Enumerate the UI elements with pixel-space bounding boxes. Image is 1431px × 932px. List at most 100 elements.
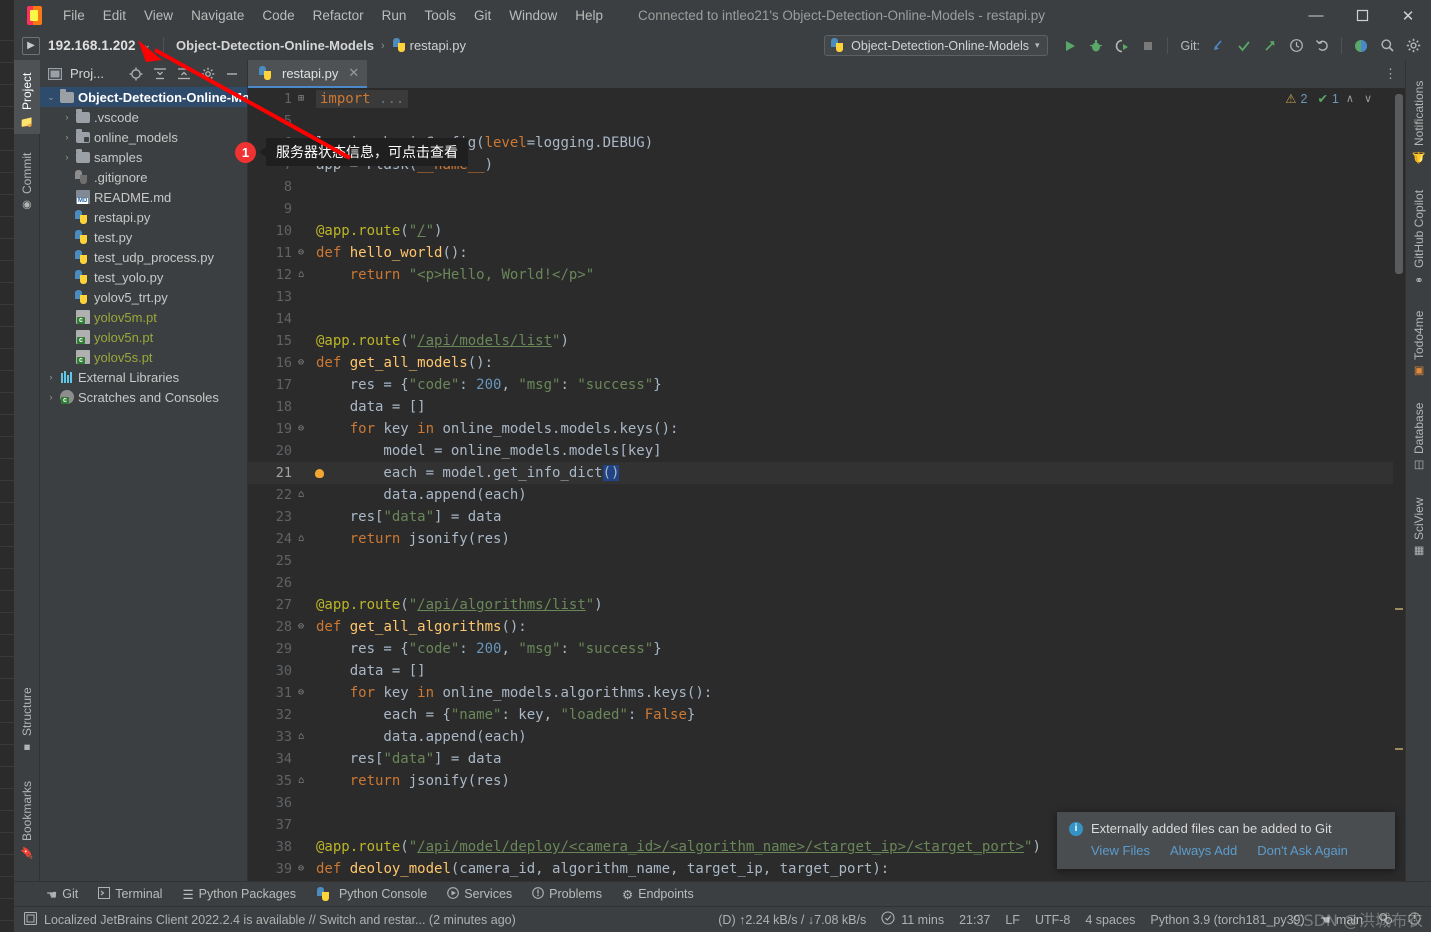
tree-item[interactable]: ⌄ Object-Detection-Online-Mo bbox=[40, 87, 250, 107]
code-line[interactable]: 25 bbox=[248, 550, 1405, 572]
bottom-tab-python-packages[interactable]: ☰ Python Packages bbox=[172, 882, 306, 907]
tree-expander-icon[interactable]: › bbox=[60, 112, 74, 122]
bottom-tab-problems[interactable]: Problems bbox=[522, 882, 612, 907]
tree-item[interactable]: test_yolo.py bbox=[40, 267, 247, 287]
code-fold-icon[interactable]: ⊖ bbox=[292, 616, 310, 638]
previous-highlight-icon[interactable]: ∧ bbox=[1343, 92, 1357, 105]
search-everywhere-icon[interactable] bbox=[1375, 34, 1399, 58]
code-fold-icon[interactable]: ⊖ bbox=[292, 858, 310, 880]
line-separator-label[interactable]: LF bbox=[1005, 913, 1020, 927]
tree-expander-icon[interactable]: › bbox=[60, 132, 74, 142]
code-line[interactable]: 32 each = {"name": key, "loaded": False} bbox=[248, 704, 1405, 726]
code-fold-icon[interactable]: ⌂ bbox=[292, 770, 310, 792]
code-fold-icon[interactable]: ⌂ bbox=[292, 264, 310, 286]
code-line[interactable]: 33 ⌂ data.append(each) bbox=[248, 726, 1405, 748]
sidebar-item-structure[interactable]: ■ Structure bbox=[14, 675, 40, 759]
code-fold-icon[interactable]: ⊖ bbox=[292, 242, 310, 264]
bottom-tab-git[interactable]: ☚ Git bbox=[36, 882, 88, 907]
code-line[interactable]: 36 bbox=[248, 792, 1405, 814]
code-line[interactable]: 28 ⊖ def get_all_algorithms(): bbox=[248, 616, 1405, 638]
code-line[interactable]: 26 bbox=[248, 572, 1405, 594]
menu-item-edit[interactable]: Edit bbox=[94, 4, 135, 27]
tree-item[interactable]: test.py bbox=[40, 227, 247, 247]
menu-item-run[interactable]: Run bbox=[373, 4, 416, 27]
menu-bar[interactable]: File Edit View Navigate Code Refactor Ru… bbox=[54, 4, 612, 27]
code-line[interactable]: 31 ⊖ for key in online_models.algorithms.… bbox=[248, 682, 1405, 704]
editor-tab-options-icon[interactable]: ⋮ bbox=[1384, 60, 1405, 88]
code-editor[interactable]: ⚠ 2 ✔ 1 ∧ ∨ 1⊞import ...56logging.basicC… bbox=[248, 88, 1405, 881]
breadcrumb-project[interactable]: Object-Detection-Online-Models bbox=[176, 38, 374, 53]
hide-icon[interactable] bbox=[221, 63, 243, 85]
code-fold-icon[interactable]: ⊖ bbox=[292, 352, 310, 374]
sidebar-item-notifications[interactable]: 🔔 Notifications bbox=[1406, 62, 1431, 170]
tree-item[interactable]: › online_models bbox=[40, 127, 247, 147]
code-line[interactable]: 15 @app.route("/api/models/list") bbox=[248, 330, 1405, 352]
window-controls[interactable]: — ✕ bbox=[1293, 0, 1431, 31]
interpreter-label[interactable]: Python 3.9 (torch181_py39) bbox=[1150, 913, 1304, 927]
next-highlight-icon[interactable]: ∨ bbox=[1361, 92, 1375, 105]
ide-update-icon[interactable] bbox=[23, 911, 38, 928]
minimize-button[interactable]: — bbox=[1293, 0, 1339, 31]
code-fold-icon[interactable]: ⌂ bbox=[292, 528, 310, 550]
remote-host-label[interactable]: 192.168.1.202 bbox=[48, 38, 136, 53]
bottom-tab-terminal[interactable]: Terminal bbox=[88, 882, 172, 907]
scrollbar-thumb[interactable] bbox=[1395, 94, 1403, 274]
ai-assistant-icon[interactable] bbox=[1349, 34, 1373, 58]
run-icon[interactable] bbox=[1058, 34, 1082, 58]
menu-item-git[interactable]: Git bbox=[465, 4, 500, 27]
sidebar-item-github-copilot[interactable]: ⚭ GitHub Copilot bbox=[1406, 176, 1431, 292]
menu-item-help[interactable]: Help bbox=[566, 4, 612, 27]
settings-icon[interactable] bbox=[197, 63, 219, 85]
tree-expander-icon[interactable]: ⌄ bbox=[44, 92, 58, 103]
inspection-icon[interactable] bbox=[1378, 911, 1393, 928]
dont-ask-again-link[interactable]: Don't Ask Again bbox=[1257, 843, 1348, 858]
code-line[interactable]: 14 bbox=[248, 308, 1405, 330]
sidebar-item-commit[interactable]: ◉ Commit bbox=[14, 138, 40, 218]
code-lines[interactable]: 1⊞import ...56logging.basicConfig(level=… bbox=[248, 88, 1405, 881]
tree-item[interactable]: yolov5s.pt bbox=[40, 347, 247, 367]
editor-tab-restapi[interactable]: restapi.py ✕ bbox=[248, 60, 368, 88]
git-update-icon[interactable] bbox=[1206, 34, 1230, 58]
tree-item[interactable]: › samples bbox=[40, 147, 247, 167]
code-fold-icon[interactable]: ⌂ bbox=[292, 484, 310, 506]
code-line[interactable]: 21 each = model.get_info_dict() bbox=[248, 462, 1405, 484]
run-with-coverage-icon[interactable] bbox=[1110, 34, 1134, 58]
code-line[interactable]: 12 ⌂ return "<p>Hello, World!</p>" bbox=[248, 264, 1405, 286]
settings-icon[interactable] bbox=[1401, 34, 1425, 58]
code-line[interactable]: 27 @app.route("/api/algorithms/list") bbox=[248, 594, 1405, 616]
code-line[interactable]: 11 ⊖ def hello_world(): bbox=[248, 242, 1405, 264]
code-fold-icon[interactable]: ⊞ bbox=[292, 88, 310, 110]
code-fold-icon[interactable]: ⊖ bbox=[292, 682, 310, 704]
git-commit-icon[interactable] bbox=[1232, 34, 1256, 58]
encoding-label[interactable]: UTF-8 bbox=[1035, 913, 1070, 927]
tree-item[interactable]: › Scratches and Consoles bbox=[40, 387, 247, 407]
menu-item-refactor[interactable]: Refactor bbox=[304, 4, 373, 27]
code-line[interactable]: 19 ⊖ for key in online_models.models.keys… bbox=[248, 418, 1405, 440]
menu-item-window[interactable]: Window bbox=[500, 4, 566, 27]
bottom-tab-services[interactable]: Services bbox=[437, 882, 522, 907]
menu-item-view[interactable]: View bbox=[135, 4, 182, 27]
balloon-actions[interactable]: View Files Always Add Don't Ask Again bbox=[1091, 843, 1383, 858]
always-add-link[interactable]: Always Add bbox=[1170, 843, 1237, 858]
expand-all-icon[interactable] bbox=[149, 63, 171, 85]
tree-item[interactable]: yolov5_trt.py bbox=[40, 287, 247, 307]
stop-icon[interactable] bbox=[1136, 34, 1160, 58]
code-line[interactable]: 22 ⌂ data.append(each) bbox=[248, 484, 1405, 506]
code-line[interactable]: 5 bbox=[248, 110, 1405, 132]
view-files-link[interactable]: View Files bbox=[1091, 843, 1150, 858]
tree-item[interactable]: › External Libraries bbox=[40, 367, 247, 387]
sidebar-item-bookmarks[interactable]: 🔖 Bookmarks bbox=[14, 769, 40, 865]
sidebar-item-todo4me[interactable]: ▣ Todo4me bbox=[1406, 298, 1431, 384]
locate-icon[interactable] bbox=[125, 63, 147, 85]
tree-item[interactable]: .gitignore bbox=[40, 167, 247, 187]
tree-expander-icon[interactable]: › bbox=[44, 392, 58, 402]
code-line[interactable]: 20 model = online_models.models[key] bbox=[248, 440, 1405, 462]
sidebar-item-database[interactable]: ◫ Database bbox=[1406, 390, 1431, 478]
bottom-tab-endpoints[interactable]: ⚙ Endpoints bbox=[612, 882, 704, 907]
sidebar-item-sciview[interactable]: ▦ SciView bbox=[1406, 484, 1431, 564]
tree-expander-icon[interactable]: › bbox=[60, 152, 74, 162]
code-line[interactable]: 1 ⊞ import ... bbox=[248, 88, 1405, 110]
code-line[interactable]: 23 res["data"] = data bbox=[248, 506, 1405, 528]
run-configuration-selector[interactable]: Object-Detection-Online-Models ▾ bbox=[824, 35, 1048, 56]
code-line[interactable]: 24 ⌂ return jsonify(res) bbox=[248, 528, 1405, 550]
